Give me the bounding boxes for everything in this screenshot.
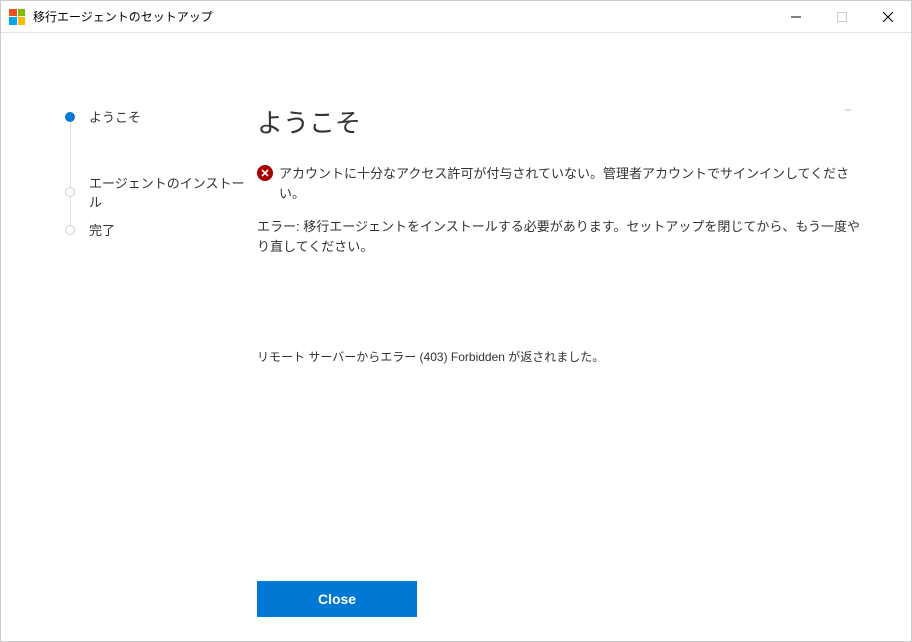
- window-controls: [773, 1, 911, 32]
- minimize-button[interactable]: [773, 1, 819, 32]
- microsoft-logo-icon: [9, 9, 25, 25]
- step-dot-icon: [65, 225, 75, 235]
- step-install-agent: エージェントのインストール: [65, 164, 257, 220]
- step-label: 完了: [89, 220, 115, 239]
- body-area: ようこそ エージェントのインストール 完了 ようこそ アカウントに十分なアクセス…: [1, 33, 911, 641]
- step-dot-icon: [65, 112, 75, 122]
- main-content: ようこそ アカウントに十分なアクセス許可が付与されていない。管理者アカウントでサ…: [257, 33, 911, 641]
- close-window-button[interactable]: [865, 1, 911, 32]
- decorative-mark: [845, 109, 851, 111]
- step-dot-icon: [65, 187, 75, 197]
- instruction-text: エラー: 移行エージェントをインストールする必要があります。セットアップを閉じて…: [257, 217, 871, 256]
- close-button[interactable]: Close: [257, 581, 417, 617]
- error-message: アカウントに十分なアクセス許可が付与されていない。管理者アカウントでサインインし…: [279, 164, 871, 203]
- step-label: ようこそ: [89, 107, 141, 126]
- sidebar: ようこそ エージェントのインストール 完了: [1, 33, 257, 641]
- footer: Close: [257, 581, 417, 617]
- error-row: アカウントに十分なアクセス許可が付与されていない。管理者アカウントでサインインし…: [257, 164, 871, 203]
- step-complete: 完了: [65, 220, 257, 239]
- step-welcome: ようこそ: [65, 107, 257, 126]
- maximize-button: [819, 1, 865, 32]
- step-label: エージェントのインストール: [89, 173, 257, 211]
- server-error-text: リモート サーバーからエラー (403) Forbidden が返されました。: [257, 348, 871, 365]
- page-title: ようこそ: [257, 103, 871, 140]
- steps-list: ようこそ エージェントのインストール 完了: [65, 107, 257, 239]
- window-title: 移行エージェントのセットアップ: [33, 8, 213, 25]
- error-icon: [257, 165, 273, 181]
- titlebar: 移行エージェントのセットアップ: [1, 1, 911, 33]
